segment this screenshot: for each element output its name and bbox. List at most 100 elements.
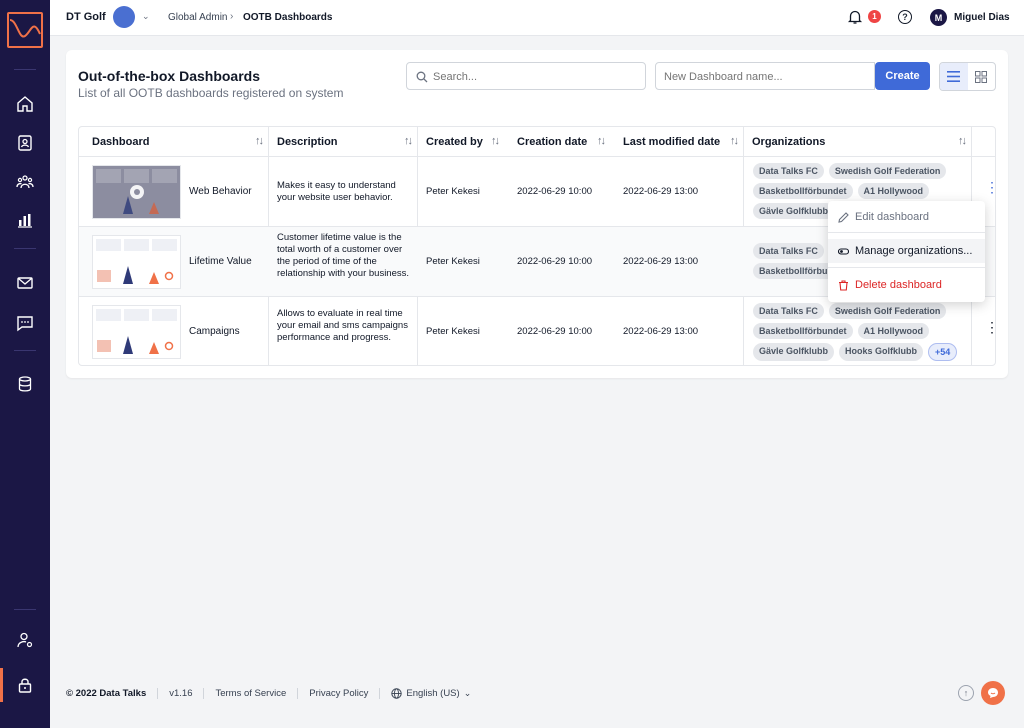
search-box[interactable] <box>406 62 646 90</box>
column-header-dashboard[interactable]: Dashboard ↑↓ <box>79 127 268 156</box>
create-button[interactable]: Create <box>875 62 930 90</box>
top-bar: DT Golf ⌄ Global Admin › OOTB Dashboards… <box>50 0 1024 36</box>
more-options-icon[interactable]: ⋮ <box>985 180 995 194</box>
footer-divider <box>203 688 205 699</box>
dashboard-thumbnail[interactable] <box>92 235 181 289</box>
table-row[interactable]: Campaigns Allows to evaluate in real tim… <box>79 296 995 365</box>
terms-link[interactable]: Terms of Service <box>215 688 286 699</box>
org-name[interactable]: DT Golf <box>66 11 106 23</box>
column-header-creation-date[interactable]: Creation date ↑↓ <box>504 127 610 156</box>
globe-icon <box>391 688 403 699</box>
created-by: Peter Kekesi <box>426 186 480 197</box>
lock-icon[interactable] <box>15 675 35 695</box>
bar-chart-icon[interactable] <box>15 210 35 230</box>
chevron-right-icon: › <box>230 11 234 22</box>
view-toggle <box>939 62 996 91</box>
sort-icon[interactable]: ↑↓ <box>597 135 606 147</box>
user-name[interactable]: Miguel Dias <box>954 12 1010 23</box>
language-label: English (US) <box>406 688 460 699</box>
sidebar-divider <box>14 350 36 351</box>
dashboard-thumbnail[interactable] <box>92 305 181 359</box>
dashboard-description: Customer lifetime value is the total wor… <box>277 232 410 279</box>
privacy-link[interactable]: Privacy Policy <box>309 688 368 699</box>
sidebar-active-indicator <box>0 668 3 702</box>
version: v1.16 <box>169 688 193 699</box>
column-header-description[interactable]: Description ↑↓ <box>264 127 417 156</box>
dashboard-name[interactable]: Web Behavior <box>189 186 252 197</box>
org-tag: A1 Hollywood <box>857 323 930 339</box>
database-icon[interactable] <box>15 374 35 394</box>
menu-divider <box>828 232 985 233</box>
dashboard-name[interactable]: Lifetime Value <box>189 256 252 267</box>
language-selector[interactable]: English (US) ⌄ <box>391 688 471 699</box>
app-logo[interactable] <box>7 12 43 48</box>
mail-icon[interactable] <box>15 273 35 293</box>
user-avatar[interactable]: M <box>930 9 947 26</box>
org-tag: Gävle Golfklubb <box>753 203 835 219</box>
created-by: Peter Kekesi <box>426 326 480 337</box>
footer: © 2022 Data Talks v1.16 Terms of Service… <box>66 688 471 699</box>
sidebar <box>0 0 50 728</box>
sidebar-divider <box>14 609 36 610</box>
breadcrumb-global-admin[interactable]: Global Admin <box>168 12 227 23</box>
menu-item-delete[interactable]: Delete dashboard <box>828 273 985 297</box>
more-options-icon[interactable]: ⋮ <box>985 320 995 334</box>
column-header-organizations[interactable]: Organizations ↑↓ <box>739 127 971 156</box>
sort-icon[interactable]: ↑↓ <box>491 135 500 147</box>
row-actions-menu: Edit dashboard Manage organizations... D… <box>828 201 985 302</box>
grid-view-icon[interactable] <box>968 63 996 90</box>
dashboard-description: Makes it easy to understand your website… <box>277 180 396 203</box>
modified-date: 2022-06-29 13:00 <box>623 326 699 337</box>
sort-icon[interactable]: ↑↓ <box>255 135 264 147</box>
page-title: Out-of-the-box Dashboards <box>78 68 260 84</box>
bell-icon[interactable] <box>847 9 863 25</box>
sort-icon[interactable]: ↑↓ <box>958 135 967 147</box>
scroll-to-top-icon[interactable]: ↑ <box>958 685 974 701</box>
dashboard-name[interactable]: Campaigns <box>189 326 240 337</box>
dashboard-description: Allows to evaluate in real time your ema… <box>277 308 408 343</box>
users-icon[interactable] <box>15 172 35 192</box>
home-icon[interactable] <box>15 94 35 114</box>
sidebar-divider <box>14 248 36 249</box>
contact-card-icon[interactable] <box>15 133 35 153</box>
trash-icon <box>839 279 848 291</box>
org-tags: Data Talks FC Swedish Golf Federation Ba… <box>753 303 973 361</box>
copyright: © 2022 Data Talks <box>66 688 147 699</box>
chevron-down-icon: ⌄ <box>463 688 472 698</box>
menu-item-manage-orgs[interactable]: Manage organizations... <box>828 239 985 263</box>
chevron-down-icon[interactable]: ⌄ <box>142 11 150 22</box>
org-tag: Basketbollförbundet <box>753 183 853 199</box>
footer-divider <box>297 688 299 699</box>
chat-icon[interactable] <box>981 681 1005 705</box>
org-avatar[interactable] <box>113 6 135 28</box>
org-tag: Basketbollförbundet <box>753 323 853 339</box>
new-dashboard-box[interactable] <box>655 62 875 90</box>
user-settings-icon[interactable] <box>15 630 35 650</box>
menu-item-edit[interactable]: Edit dashboard <box>828 205 985 229</box>
column-header-created-by[interactable]: Created by ↑↓ <box>413 127 504 156</box>
sort-icon[interactable]: ↑↓ <box>730 135 739 147</box>
org-tag: Data Talks FC <box>753 163 824 179</box>
new-dashboard-name-input[interactable] <box>664 69 864 85</box>
message-icon[interactable] <box>15 313 35 333</box>
search-input[interactable] <box>433 69 633 85</box>
created-by: Peter Kekesi <box>426 256 480 267</box>
footer-divider <box>157 688 159 699</box>
sidebar-divider <box>14 69 36 70</box>
list-view-icon[interactable] <box>940 63 968 90</box>
modified-date: 2022-06-29 13:00 <box>623 256 699 267</box>
modified-date: 2022-06-29 13:00 <box>623 186 699 197</box>
help-icon[interactable]: ? <box>898 10 912 24</box>
footer-divider <box>379 688 381 699</box>
creation-date: 2022-06-29 10:00 <box>517 186 593 197</box>
menu-divider <box>828 267 985 268</box>
org-tag: Data Talks FC <box>753 243 824 259</box>
creation-date: 2022-06-29 10:00 <box>517 256 593 267</box>
more-orgs-badge[interactable]: +54 <box>928 343 958 361</box>
pencil-icon <box>838 211 849 223</box>
sort-icon[interactable]: ↑↓ <box>404 135 413 147</box>
search-icon <box>416 71 428 83</box>
dashboard-thumbnail[interactable] <box>92 165 181 219</box>
org-tag: Swedish Golf Federation <box>828 303 947 319</box>
column-header-modified-date[interactable]: Last modified date ↑↓ <box>610 127 743 156</box>
